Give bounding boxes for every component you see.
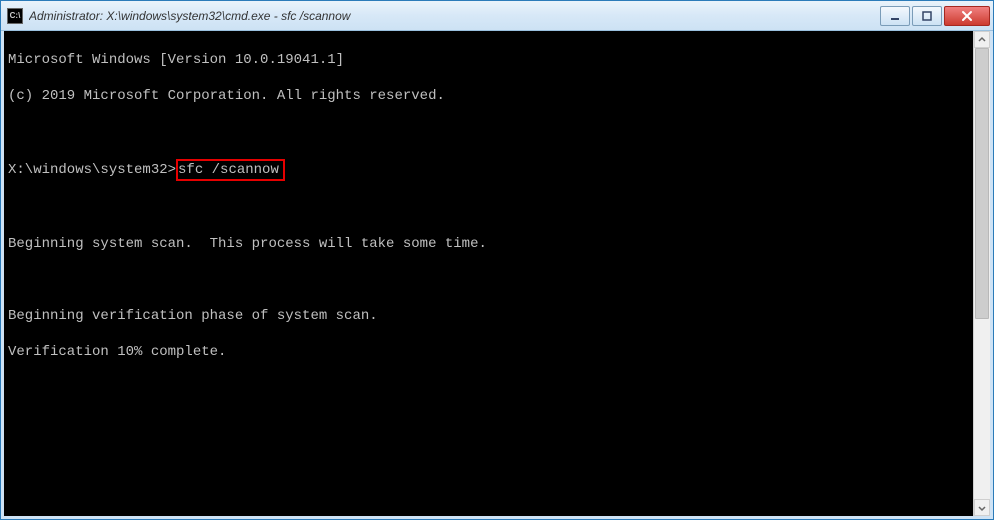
terminal-line: Beginning verification phase of system s… bbox=[8, 307, 969, 325]
cmd-window: C:\ Administrator: X:\windows\system32\c… bbox=[0, 0, 994, 520]
close-button[interactable] bbox=[944, 6, 990, 26]
terminal-line: Microsoft Windows [Version 10.0.19041.1] bbox=[8, 51, 969, 69]
terminal-line: (c) 2019 Microsoft Corporation. All righ… bbox=[8, 87, 969, 105]
maximize-icon bbox=[922, 11, 932, 21]
client-area: Microsoft Windows [Version 10.0.19041.1]… bbox=[1, 31, 993, 519]
minimize-icon bbox=[890, 11, 900, 21]
window-controls bbox=[880, 6, 990, 26]
chevron-up-icon bbox=[978, 36, 986, 44]
scroll-up-button[interactable] bbox=[974, 31, 990, 48]
scroll-track[interactable] bbox=[974, 48, 990, 499]
scroll-thumb[interactable] bbox=[975, 48, 989, 319]
terminal-prompt-line: X:\windows\system32>sfc /scannow bbox=[8, 159, 969, 181]
close-icon bbox=[961, 10, 973, 22]
terminal-blank bbox=[8, 199, 969, 217]
chevron-down-icon bbox=[978, 504, 986, 512]
maximize-button[interactable] bbox=[912, 6, 942, 26]
titlebar[interactable]: C:\ Administrator: X:\windows\system32\c… bbox=[1, 1, 993, 31]
terminal-blank bbox=[8, 271, 969, 289]
prompt-text: X:\windows\system32> bbox=[8, 162, 176, 178]
highlighted-command: sfc /scannow bbox=[176, 159, 285, 181]
cmd-icon: C:\ bbox=[7, 8, 23, 24]
scroll-down-button[interactable] bbox=[974, 499, 990, 516]
vertical-scrollbar[interactable] bbox=[973, 31, 990, 516]
minimize-button[interactable] bbox=[880, 6, 910, 26]
terminal-output[interactable]: Microsoft Windows [Version 10.0.19041.1]… bbox=[4, 31, 973, 516]
window-title: Administrator: X:\windows\system32\cmd.e… bbox=[29, 9, 880, 23]
terminal-line: Beginning system scan. This process will… bbox=[8, 235, 969, 253]
terminal-line: Verification 10% complete. bbox=[8, 343, 969, 361]
terminal-blank bbox=[8, 123, 969, 141]
